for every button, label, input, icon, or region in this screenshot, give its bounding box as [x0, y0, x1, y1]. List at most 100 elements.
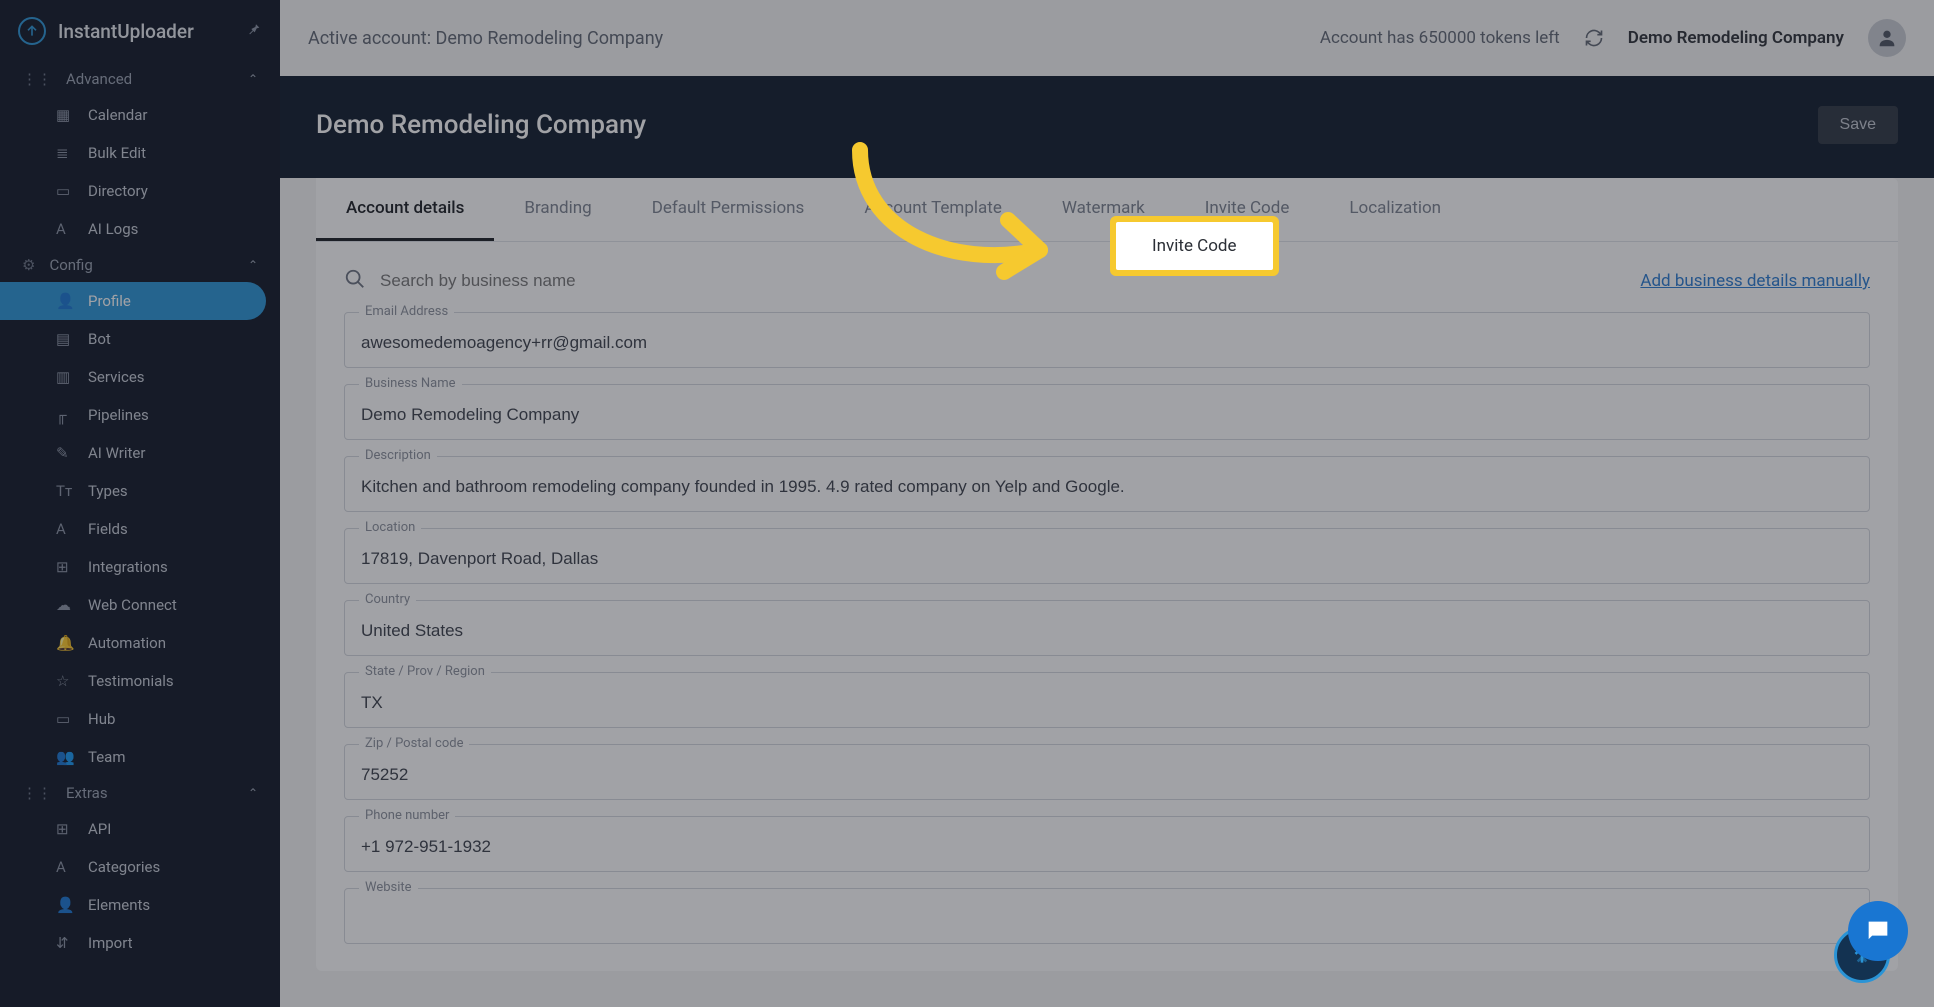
chat-bubble-button[interactable] [1848, 901, 1908, 961]
sidebar-item-ailogs[interactable]: AAI Logs [0, 210, 280, 248]
sidebar-item-elements[interactable]: 👤Elements [0, 886, 280, 924]
font-icon: A [56, 858, 66, 876]
tab-account-template[interactable]: Account Template [834, 178, 1032, 241]
highlight-invite-code: Invite Code [1104, 212, 1285, 280]
sidebar-item-fields[interactable]: AFields [0, 510, 280, 548]
sidebar-section-extras[interactable]: ⋮⋮ Extras ⌃ [0, 776, 280, 810]
field-country: Country [344, 600, 1870, 656]
plus-box-icon: ⊞ [56, 558, 69, 576]
star-icon: ☆ [56, 672, 69, 690]
grip-icon: ⋮⋮ [22, 70, 52, 88]
sidebar-item-api[interactable]: ⊞API [0, 810, 280, 848]
chevron-up-icon: ⌃ [248, 786, 258, 800]
email-input[interactable] [345, 313, 1869, 367]
user-icon: 👤 [56, 896, 75, 914]
pencil-icon: ✎ [56, 444, 69, 462]
account-menu[interactable]: Demo Remodeling Company [1628, 28, 1844, 48]
field-label: Description [359, 448, 437, 463]
sidebar-item-categories[interactable]: ACategories [0, 848, 280, 886]
sidebar-header: InstantUploader [0, 0, 280, 62]
chevron-up-icon: ⌃ [248, 72, 258, 86]
sidebar-item-testimonials[interactable]: ☆Testimonials [0, 662, 280, 700]
refresh-icon[interactable] [1584, 28, 1604, 48]
book-icon: ▭ [56, 182, 70, 200]
grip-icon: ⋮⋮ [22, 784, 52, 802]
tab-branding[interactable]: Branding [494, 178, 621, 241]
avatar[interactable] [1868, 19, 1906, 57]
tab-account-details[interactable]: Account details [316, 178, 494, 241]
bell-icon: 🔔 [56, 634, 75, 652]
topbar: Active account: Demo Remodeling Company … [280, 0, 1934, 76]
field-label: State / Prov / Region [359, 664, 491, 679]
font-icon: A [56, 520, 66, 538]
business-name-input[interactable] [345, 385, 1869, 439]
hero: Demo Remodeling Company Save [280, 76, 1934, 178]
field-website: Website [344, 888, 1870, 944]
import-icon: ⇵ [56, 934, 69, 952]
sidebar-item-team[interactable]: 👥Team [0, 738, 280, 776]
content: Add business details manually Email Addr… [316, 242, 1898, 971]
user-icon: 👤 [56, 292, 75, 310]
cloud-icon: ☁ [56, 596, 71, 614]
field-location: Location [344, 528, 1870, 584]
sidebar-item-import[interactable]: ⇵Import [0, 924, 280, 962]
bot-icon: ▤ [56, 330, 70, 348]
field-business-name: Business Name [344, 384, 1870, 440]
tokens-left-text: Account has 650000 tokens left [1320, 28, 1560, 48]
pin-icon[interactable] [246, 21, 262, 41]
website-input[interactable] [345, 889, 1869, 943]
zip-input[interactable] [345, 745, 1869, 799]
tab-invite-code-highlight[interactable]: Invite Code [1116, 222, 1273, 270]
search-icon [344, 268, 366, 294]
location-input[interactable] [345, 529, 1869, 583]
field-email: Email Address [344, 312, 1870, 368]
field-state: State / Prov / Region [344, 672, 1870, 728]
sidebar-section-label: Advanced [66, 70, 132, 88]
sidebar-section-config[interactable]: ⚙ Config ⌃ [0, 248, 280, 282]
app-name: InstantUploader [58, 20, 246, 43]
save-button[interactable]: Save [1818, 106, 1898, 144]
chevron-up-icon: ⌃ [248, 258, 258, 272]
sidebar-section-label: Config [49, 256, 92, 274]
font-icon: A [56, 220, 66, 238]
field-label: Phone number [359, 808, 455, 823]
type-icon: Tт [56, 482, 72, 500]
app-logo-icon [18, 17, 46, 45]
field-label: Website [359, 880, 418, 895]
sidebar-item-types[interactable]: TтTypes [0, 472, 280, 510]
search-input[interactable] [380, 271, 1640, 291]
phone-input[interactable] [345, 817, 1869, 871]
country-input[interactable] [345, 601, 1869, 655]
tab-default-permissions[interactable]: Default Permissions [622, 178, 835, 241]
sidebar-item-pipelines[interactable]: ╓Pipelines [0, 396, 280, 434]
active-account-label: Active account: Demo Remodeling Company [308, 28, 663, 49]
main: Active account: Demo Remodeling Company … [280, 0, 1934, 1007]
sidebar-section-advanced[interactable]: ⋮⋮ Advanced ⌃ [0, 62, 280, 96]
sidebar-item-webconnect[interactable]: ☁Web Connect [0, 586, 280, 624]
field-label: Location [359, 520, 421, 535]
add-business-link[interactable]: Add business details manually [1640, 271, 1870, 291]
field-description: Description [344, 456, 1870, 512]
sidebar-item-bulkedit[interactable]: ≣Bulk Edit [0, 134, 280, 172]
list-icon: ≣ [56, 144, 69, 162]
pipeline-icon: ╓ [56, 406, 67, 424]
tab-localization[interactable]: Localization [1319, 178, 1471, 241]
sidebar-item-integrations[interactable]: ⊞Integrations [0, 548, 280, 586]
sidebar-item-aiwriter[interactable]: ✎AI Writer [0, 434, 280, 472]
sidebar-item-automation[interactable]: 🔔Automation [0, 624, 280, 662]
field-label: Country [359, 592, 416, 607]
sidebar-item-directory[interactable]: ▭Directory [0, 172, 280, 210]
sidebar-item-bot[interactable]: ▤Bot [0, 320, 280, 358]
calendar-icon: ▦ [56, 106, 70, 124]
field-label: Zip / Postal code [359, 736, 469, 751]
field-phone: Phone number [344, 816, 1870, 872]
sidebar-item-hub[interactable]: ▭Hub [0, 700, 280, 738]
sidebar-section-label: Extras [66, 784, 108, 802]
sidebar-item-services[interactable]: ▥Services [0, 358, 280, 396]
gear-icon: ⚙ [22, 256, 35, 274]
sidebar-item-calendar[interactable]: ▦Calendar [0, 96, 280, 134]
state-input[interactable] [345, 673, 1869, 727]
description-input[interactable] [345, 457, 1869, 511]
sidebar: InstantUploader ⋮⋮ Advanced ⌃ ▦Calendar … [0, 0, 280, 1007]
sidebar-item-profile[interactable]: 👤Profile [0, 282, 266, 320]
